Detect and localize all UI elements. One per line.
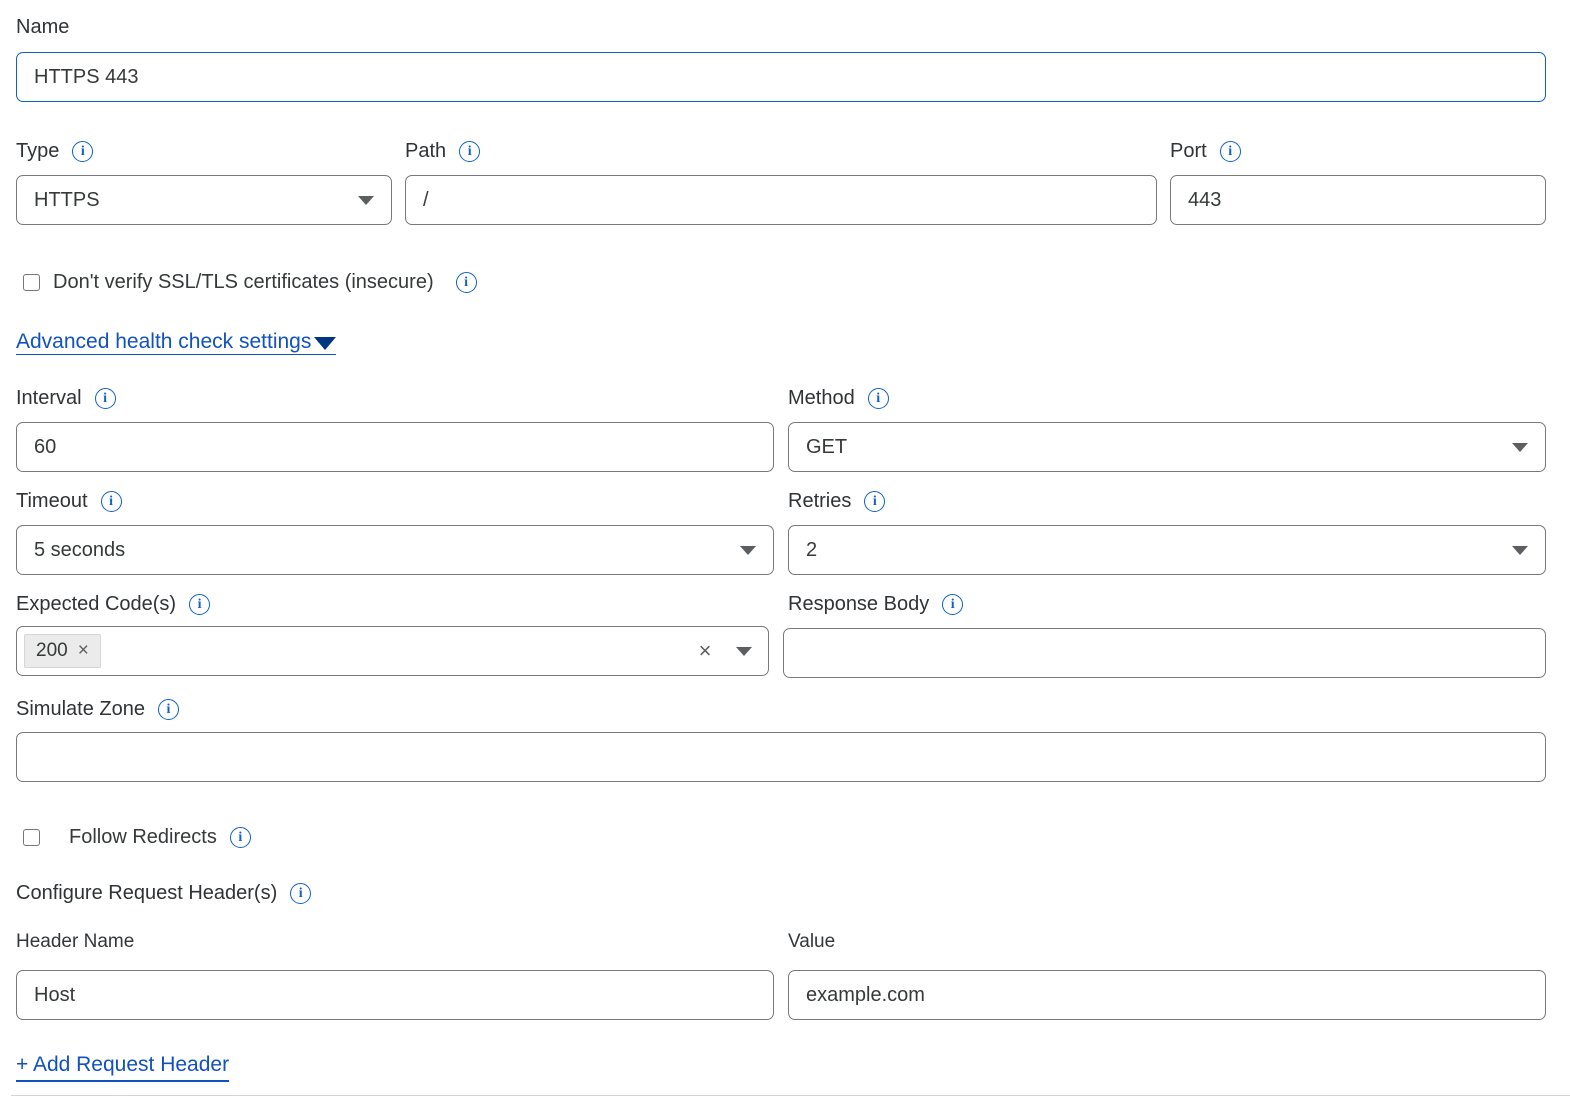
- caret-down-icon: [314, 337, 336, 350]
- retries-label: Retries i: [788, 490, 1546, 513]
- path-input[interactable]: [405, 175, 1157, 225]
- info-icon[interactable]: i: [456, 272, 477, 293]
- timeout-label-text: Timeout: [16, 490, 88, 513]
- header-name-input[interactable]: [16, 970, 774, 1020]
- info-icon[interactable]: i: [230, 827, 251, 848]
- expected-codes-label: Expected Code(s) i: [16, 593, 774, 616]
- chevron-down-icon: [740, 546, 756, 555]
- path-label-text: Path: [405, 140, 446, 163]
- ssl-verify-checkbox[interactable]: [23, 274, 40, 291]
- chevron-down-icon[interactable]: [736, 647, 752, 656]
- port-label-text: Port: [1170, 140, 1207, 163]
- port-input[interactable]: [1170, 175, 1546, 225]
- request-header-row: [16, 970, 1546, 1020]
- method-select-value: GET: [806, 436, 847, 459]
- clear-icon[interactable]: ×: [699, 640, 712, 662]
- response-body-label-text: Response Body: [788, 593, 929, 616]
- interval-label-text: Interval: [16, 387, 82, 410]
- request-headers-title: Configure Request Header(s) i: [16, 882, 1546, 905]
- advanced-settings-link[interactable]: Advanced health check settings: [16, 330, 336, 355]
- follow-redirects-checkbox[interactable]: [23, 829, 40, 846]
- header-value-input[interactable]: [788, 970, 1546, 1020]
- retries-label-text: Retries: [788, 490, 851, 513]
- timeout-label: Timeout i: [16, 490, 774, 513]
- name-input[interactable]: [16, 52, 1546, 102]
- info-icon[interactable]: i: [290, 883, 311, 904]
- info-icon[interactable]: i: [95, 388, 116, 409]
- chevron-down-icon: [1512, 546, 1528, 555]
- response-body-input[interactable]: [783, 628, 1547, 678]
- info-icon[interactable]: i: [189, 594, 210, 615]
- method-label: Method i: [788, 387, 1546, 410]
- header-name-label-text: Header Name: [16, 931, 134, 953]
- info-icon[interactable]: i: [459, 141, 480, 162]
- retries-select-value: 2: [806, 539, 817, 562]
- timeout-select[interactable]: 5 seconds: [16, 525, 774, 575]
- expected-code-tag: 200 ×: [24, 634, 101, 668]
- response-body-label: Response Body i: [788, 593, 1546, 616]
- ssl-verify-label: Don't verify SSL/TLS certificates (insec…: [53, 271, 434, 294]
- header-value-label: Value: [788, 931, 1546, 952]
- info-icon[interactable]: i: [101, 491, 122, 512]
- path-label: Path i: [405, 140, 1157, 163]
- add-request-header-link[interactable]: + Add Request Header: [16, 1053, 229, 1082]
- name-label-text: Name: [16, 16, 69, 39]
- chevron-down-icon: [358, 196, 374, 205]
- type-label: Type i: [16, 140, 392, 163]
- follow-redirects-label: Follow Redirects: [69, 826, 217, 849]
- simulate-zone-input[interactable]: [16, 732, 1546, 782]
- remove-tag-icon[interactable]: ×: [78, 640, 89, 662]
- info-icon[interactable]: i: [158, 699, 179, 720]
- simulate-zone-label-text: Simulate Zone: [16, 698, 145, 721]
- type-label-text: Type: [16, 140, 59, 163]
- advanced-settings-link-text: Advanced health check settings: [16, 330, 311, 354]
- info-icon[interactable]: i: [942, 594, 963, 615]
- divider: [11, 1095, 1570, 1096]
- interval-input[interactable]: [16, 422, 774, 472]
- name-label: Name: [16, 16, 1546, 39]
- simulate-zone-label: Simulate Zone i: [16, 698, 1546, 721]
- method-label-text: Method: [788, 387, 855, 410]
- expected-codes-select[interactable]: 200 × ×: [16, 626, 769, 676]
- interval-label: Interval i: [16, 387, 774, 410]
- health-check-form: Name Type i Path i Port i HTTPS: [0, 0, 1570, 1096]
- method-select[interactable]: GET: [788, 422, 1546, 472]
- info-icon[interactable]: i: [1220, 141, 1241, 162]
- info-icon[interactable]: i: [72, 141, 93, 162]
- header-value-label-text: Value: [788, 931, 835, 953]
- expected-codes-label-text: Expected Code(s): [16, 593, 176, 616]
- info-icon[interactable]: i: [868, 388, 889, 409]
- type-select[interactable]: HTTPS: [16, 175, 392, 225]
- request-headers-title-text: Configure Request Header(s): [16, 882, 277, 905]
- expected-code-tag-text: 200: [36, 640, 68, 662]
- info-icon[interactable]: i: [864, 491, 885, 512]
- header-name-label: Header Name: [16, 931, 774, 952]
- chevron-down-icon: [1512, 443, 1528, 452]
- timeout-select-value: 5 seconds: [34, 539, 125, 562]
- type-select-value: HTTPS: [34, 189, 100, 212]
- port-label: Port i: [1170, 140, 1546, 163]
- retries-select[interactable]: 2: [788, 525, 1546, 575]
